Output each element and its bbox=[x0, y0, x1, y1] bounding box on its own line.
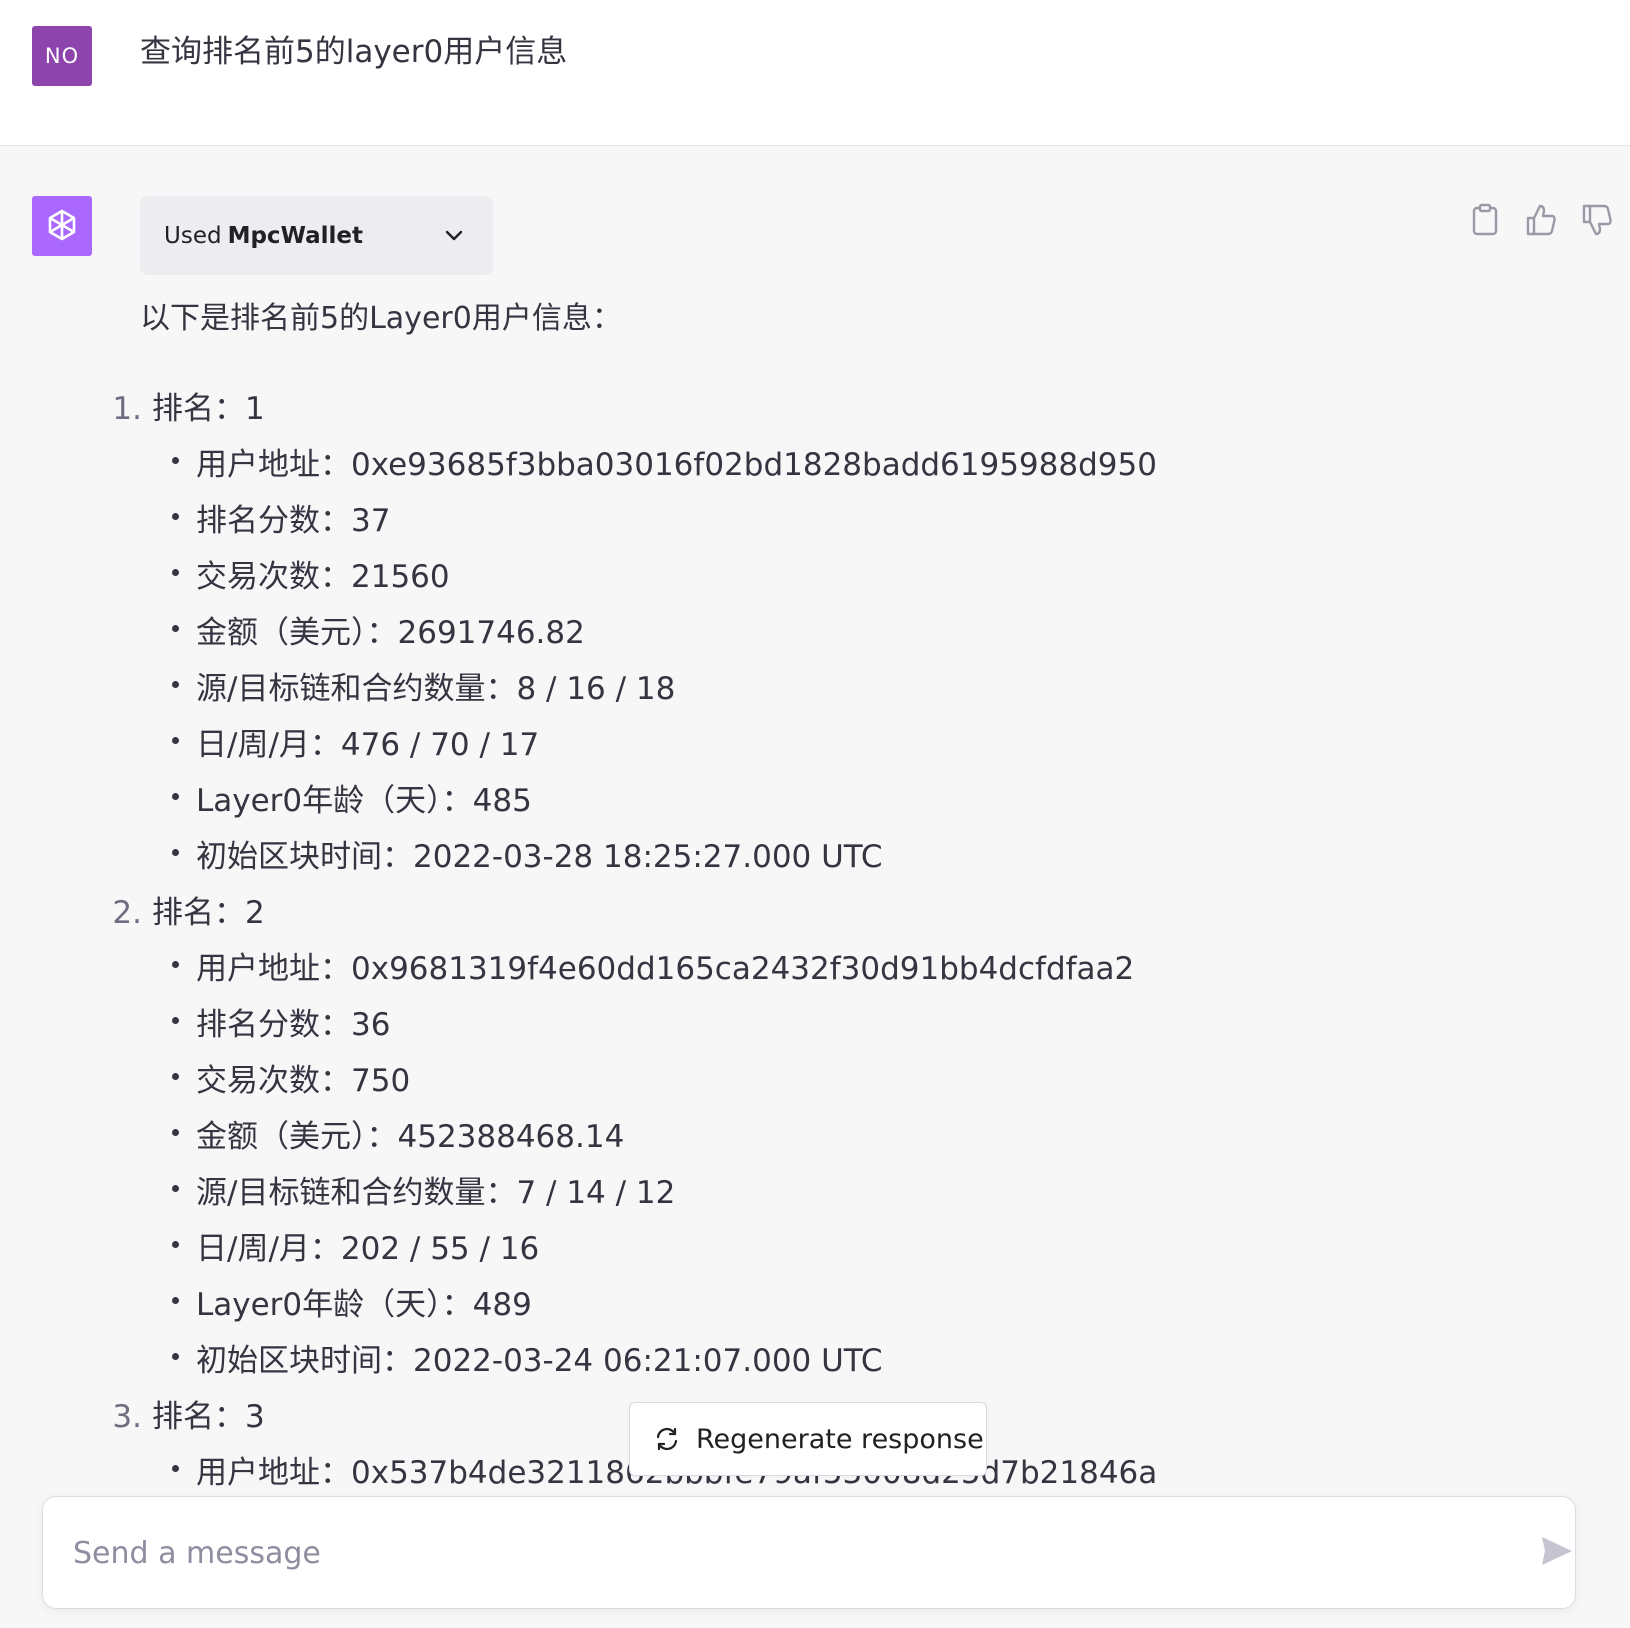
openai-logo-icon bbox=[48, 209, 76, 241]
detail-age: Layer0年龄（天）：485 bbox=[168, 773, 1300, 829]
detail-tx-count: 交易次数：21560 bbox=[168, 549, 1300, 605]
rank-details: 用户地址：0xe93685f3bba03016f02bd1828badd6195… bbox=[100, 437, 1300, 885]
copy-icon[interactable] bbox=[1470, 203, 1500, 241]
rank-list: 1. 排名：1 用户地址：0xe93685f3bba03016f02bd1828… bbox=[100, 381, 1300, 1501]
refresh-icon bbox=[654, 1426, 680, 1452]
response-intro: 以下是排名前5的Layer0用户信息： bbox=[140, 301, 622, 336]
detail-tx-count: 交易次数：750 bbox=[168, 1053, 1300, 1109]
detail-score: 排名分数：37 bbox=[168, 493, 1300, 549]
detail-day-week-month: 日/周/月：476 / 70 / 17 bbox=[168, 717, 1300, 773]
chevron-down-icon bbox=[442, 223, 466, 253]
user-message-text: 查询排名前5的layer0用户信息 bbox=[140, 34, 568, 70]
detail-first-block-time: 初始区块时间：2022-03-24 06:21:07.000 UTC bbox=[168, 1333, 1300, 1389]
detail-address: 用户地址：0xe93685f3bba03016f02bd1828badd6195… bbox=[168, 437, 1300, 493]
thumbs-up-icon[interactable] bbox=[1525, 203, 1557, 241]
detail-amount: 金额（美元）：452388468.14 bbox=[168, 1109, 1300, 1165]
rank-details: 用户地址：0x9681319f4e60dd165ca2432f30d91bb4d… bbox=[100, 941, 1300, 1389]
thumbs-down-icon[interactable] bbox=[1581, 203, 1613, 241]
plugin-used-toggle[interactable]: Used MpcWallet bbox=[140, 196, 493, 275]
rank-item: 1. 排名：1 用户地址：0xe93685f3bba03016f02bd1828… bbox=[100, 381, 1300, 885]
user-message-row: NO 查询排名前5的layer0用户信息 bbox=[0, 0, 1630, 146]
rank-heading: 排名：2 bbox=[152, 895, 265, 931]
detail-chains: 源/目标链和合约数量：7 / 14 / 12 bbox=[168, 1165, 1300, 1221]
rank-item: 2. 排名：2 用户地址：0x9681319f4e60dd165ca2432f3… bbox=[100, 885, 1300, 1389]
detail-chains: 源/目标链和合约数量：8 / 16 / 18 bbox=[168, 661, 1300, 717]
list-number: 3. bbox=[112, 1399, 142, 1435]
rank-heading: 排名：1 bbox=[152, 391, 265, 427]
detail-amount: 金额（美元）：2691746.82 bbox=[168, 605, 1300, 661]
detail-age: Layer0年龄（天）：489 bbox=[168, 1277, 1300, 1333]
list-number: 1. bbox=[112, 391, 142, 427]
detail-first-block-time: 初始区块时间：2022-03-28 18:25:27.000 UTC bbox=[168, 829, 1300, 885]
rank-heading: 排名：3 bbox=[152, 1399, 265, 1435]
send-icon[interactable] bbox=[1539, 1533, 1575, 1573]
message-actions bbox=[1470, 203, 1620, 243]
plugin-used-label: Used bbox=[164, 222, 222, 249]
detail-address: 用户地址：0x9681319f4e60dd165ca2432f30d91bb4d… bbox=[168, 941, 1300, 997]
message-composer bbox=[42, 1496, 1576, 1609]
user-avatar: NO bbox=[32, 26, 92, 86]
plugin-name: MpcWallet bbox=[227, 222, 363, 249]
regenerate-label: Regenerate response bbox=[696, 1423, 984, 1455]
list-number: 2. bbox=[112, 895, 142, 931]
message-input[interactable] bbox=[73, 1525, 1453, 1581]
regenerate-response-button[interactable]: Regenerate response bbox=[629, 1402, 987, 1476]
detail-score: 排名分数：36 bbox=[168, 997, 1300, 1053]
detail-day-week-month: 日/周/月：202 / 55 / 16 bbox=[168, 1221, 1300, 1277]
assistant-avatar bbox=[32, 196, 92, 256]
